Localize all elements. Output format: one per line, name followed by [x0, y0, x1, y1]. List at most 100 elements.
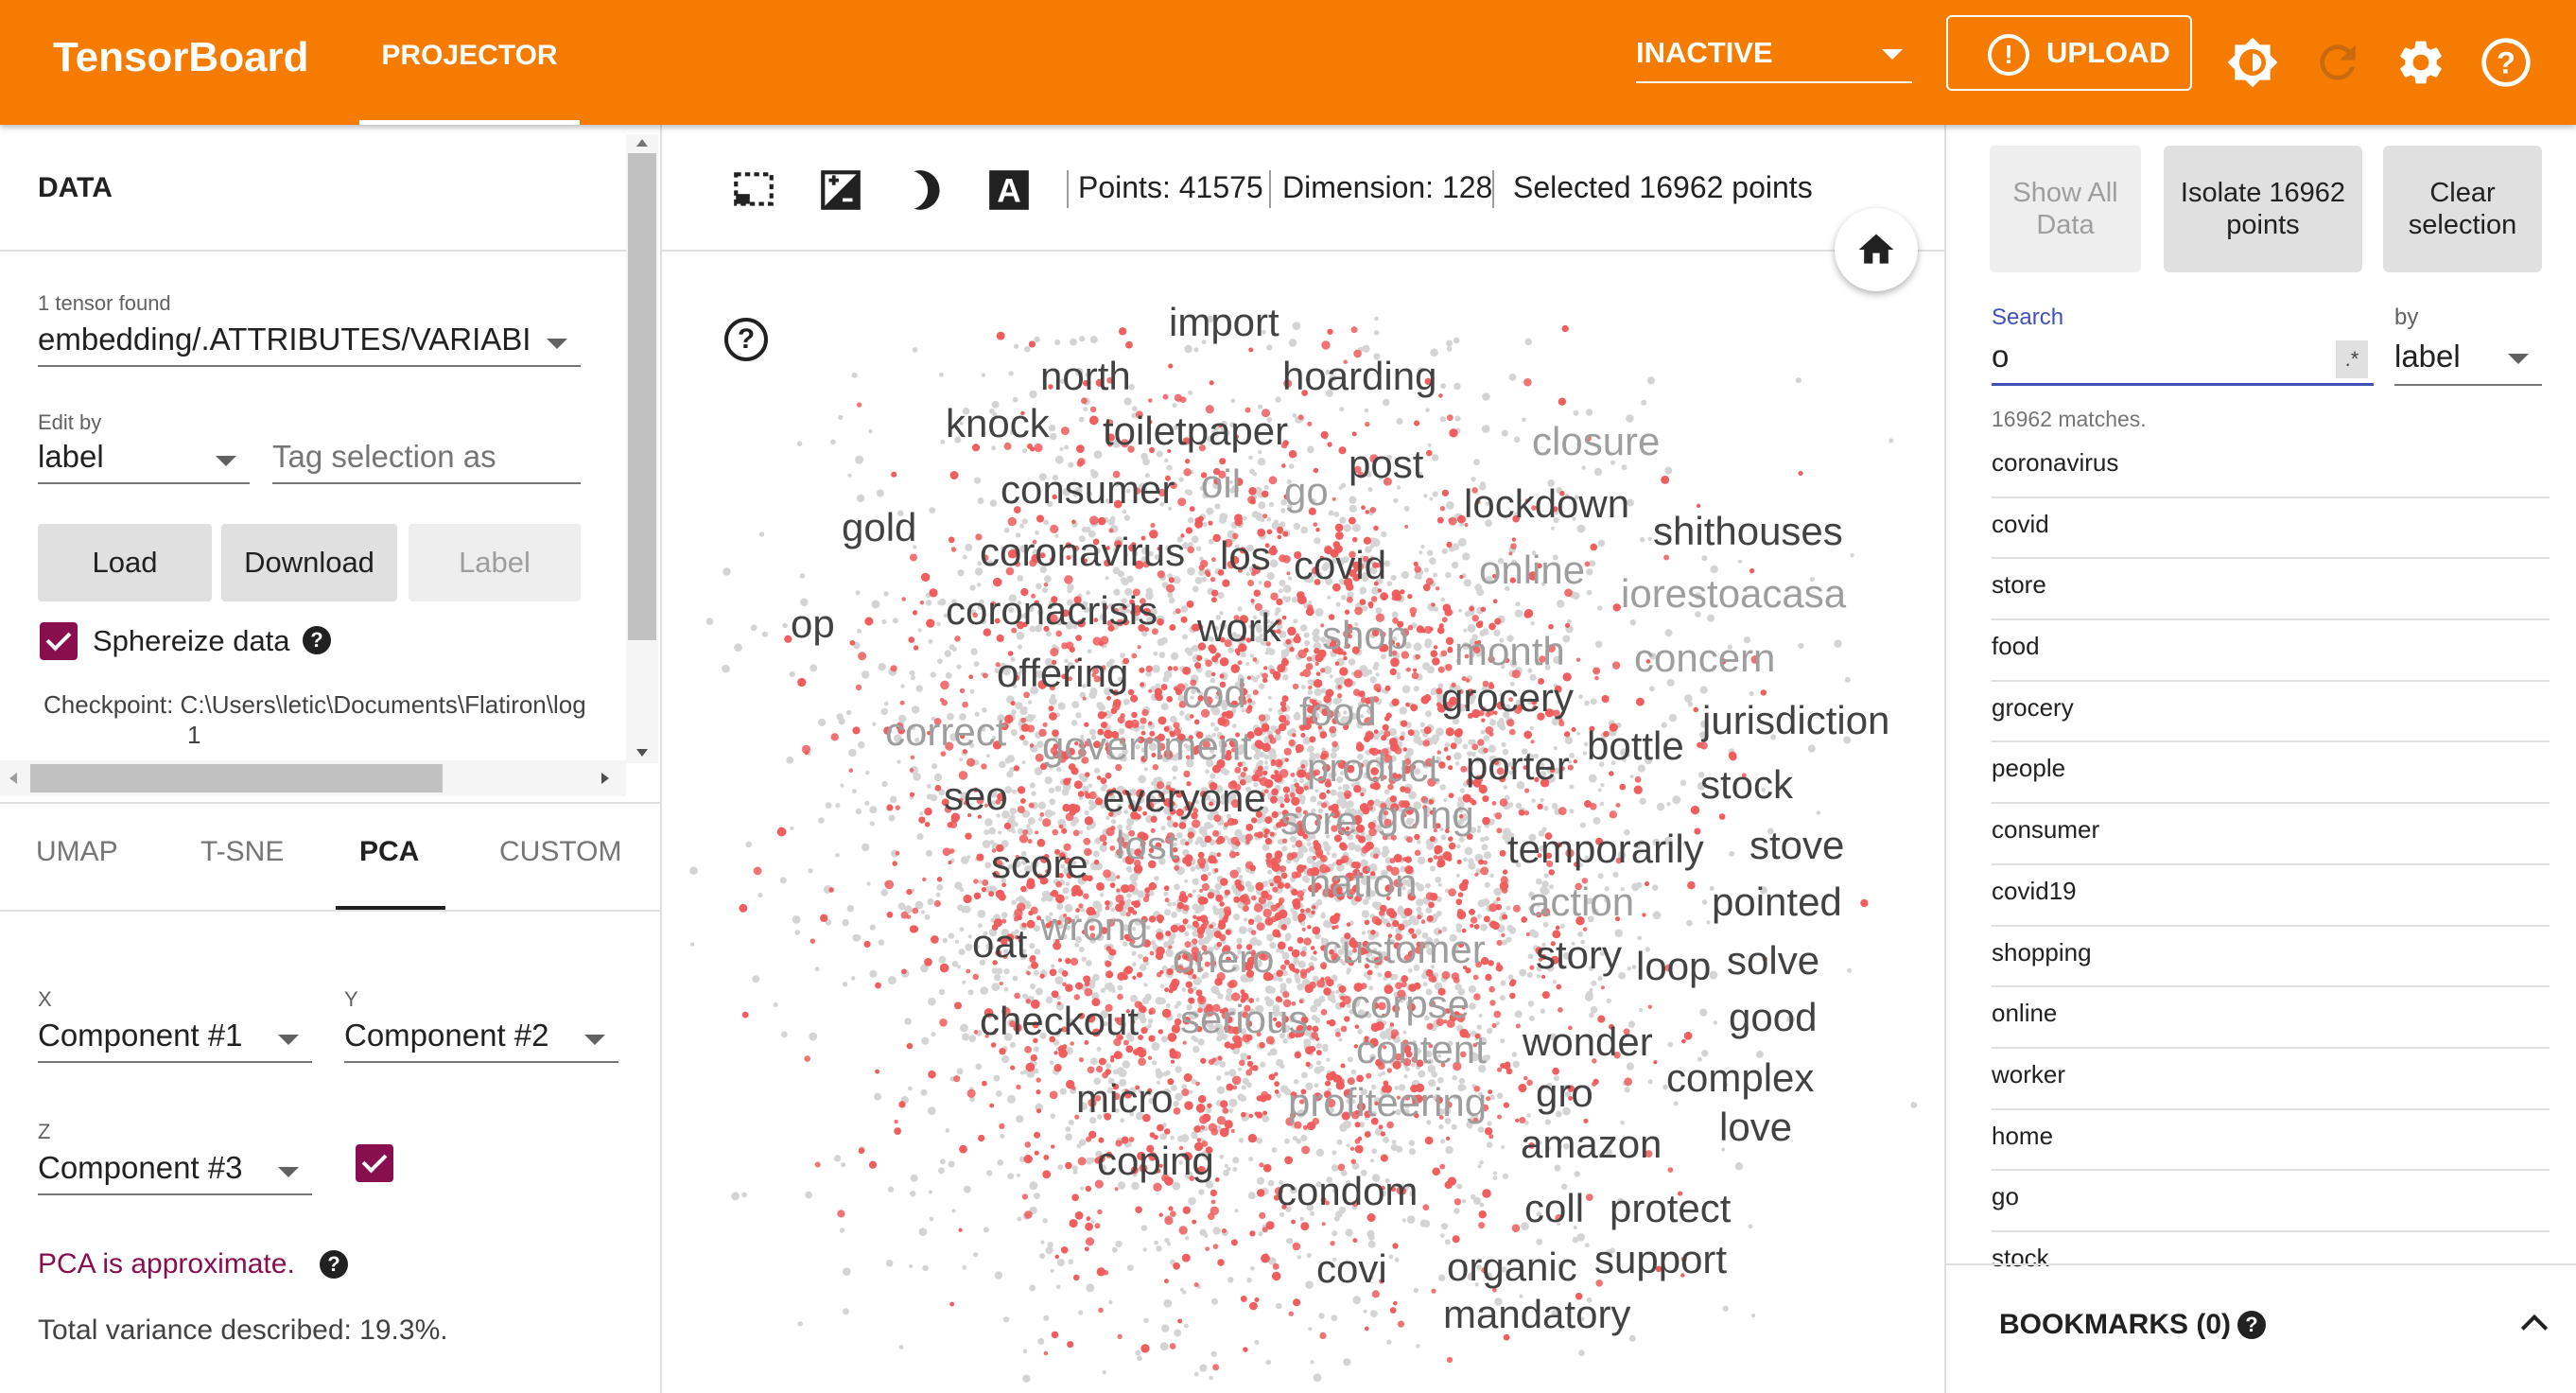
embedding-point[interactable] — [1040, 1240, 1045, 1245]
embedding-point[interactable] — [1012, 975, 1018, 982]
embedding-point[interactable] — [1018, 644, 1023, 650]
embedding-point[interactable] — [1569, 784, 1575, 790]
embedding-point[interactable] — [1172, 901, 1176, 907]
embedding-point[interactable] — [838, 414, 844, 420]
embedding-point[interactable] — [864, 770, 870, 775]
embedding-point[interactable] — [869, 924, 876, 931]
embedding-point[interactable] — [989, 499, 998, 507]
embedding-point[interactable] — [1349, 496, 1357, 504]
embedding-point[interactable] — [1048, 424, 1056, 432]
embedding-point[interactable] — [933, 773, 943, 782]
embedding-point[interactable] — [1333, 1215, 1340, 1222]
embedding-point[interactable] — [1339, 516, 1347, 524]
embedding-point[interactable] — [880, 889, 888, 897]
embedding-point[interactable] — [1381, 531, 1387, 537]
embedding-point[interactable] — [745, 841, 752, 848]
embedding-point[interactable] — [1139, 964, 1147, 971]
embedding-point[interactable] — [928, 1190, 933, 1194]
selected-point[interactable] — [1496, 827, 1503, 834]
embedding-point[interactable] — [1054, 976, 1064, 984]
embedding-point[interactable] — [1527, 1001, 1535, 1007]
embedding-point[interactable] — [1017, 1216, 1022, 1222]
embedding-point[interactable] — [1008, 371, 1014, 376]
embedding-point[interactable] — [1224, 1163, 1228, 1168]
selected-point[interactable] — [941, 699, 948, 706]
embedding-point[interactable] — [1446, 340, 1453, 347]
embedding-point[interactable] — [1417, 883, 1425, 892]
embedding-point[interactable] — [886, 1260, 894, 1267]
selected-point[interactable] — [1036, 1077, 1041, 1083]
embedding-point[interactable] — [957, 569, 965, 577]
embedding-point[interactable] — [1206, 1107, 1212, 1114]
embedding-point[interactable] — [1223, 1169, 1229, 1176]
embedding-point[interactable] — [965, 544, 973, 551]
embedding-point[interactable] — [1160, 1036, 1168, 1043]
embedding-point[interactable] — [1024, 346, 1031, 353]
embedding-point[interactable] — [1413, 642, 1422, 652]
embedding-point[interactable] — [1092, 850, 1100, 858]
embedding-point[interactable] — [1593, 467, 1603, 477]
embedding-point[interactable] — [1273, 523, 1278, 528]
embedding-point[interactable] — [1007, 1173, 1015, 1180]
embedding-point[interactable] — [1888, 438, 1894, 444]
tab-projector[interactable]: PROJECTOR — [359, 0, 580, 125]
embedding-point[interactable] — [1142, 458, 1150, 466]
embedding-point[interactable] — [1401, 685, 1411, 694]
embedding-point[interactable] — [1068, 1259, 1074, 1265]
upload-button[interactable]: ! UPLOAD — [1946, 15, 2192, 91]
embedding-point[interactable] — [1181, 1084, 1187, 1089]
tab-pca[interactable]: PCA — [359, 836, 419, 868]
embedding-point[interactable] — [1254, 914, 1262, 923]
embedding-point[interactable] — [722, 567, 731, 576]
embedding-point[interactable] — [1246, 1277, 1252, 1283]
selected-point[interactable] — [1411, 671, 1419, 680]
embedding-point[interactable] — [1487, 1121, 1492, 1126]
embedding-point[interactable] — [1322, 1043, 1329, 1051]
embedding-point[interactable] — [1311, 1015, 1318, 1021]
embedding-point[interactable] — [1238, 875, 1244, 879]
embedding-point[interactable] — [1154, 876, 1159, 881]
embedding-point[interactable] — [1453, 382, 1461, 391]
moon-icon[interactable] — [902, 166, 949, 214]
selected-point[interactable] — [1366, 1072, 1372, 1079]
embedding-point[interactable] — [919, 811, 924, 816]
embedding-point[interactable] — [1589, 1012, 1594, 1019]
embedding-point[interactable] — [1531, 798, 1536, 803]
embedding-point[interactable] — [1253, 753, 1261, 760]
embedding-point[interactable] — [1361, 669, 1370, 677]
embedding-point[interactable] — [1232, 888, 1239, 895]
embedding-point[interactable] — [959, 757, 964, 762]
embedding-point[interactable] — [1048, 787, 1055, 793]
embedding-point[interactable] — [1245, 1082, 1252, 1088]
embedding-point[interactable] — [1364, 408, 1369, 413]
embedding-point[interactable] — [1015, 702, 1023, 710]
embedding-point[interactable] — [1273, 519, 1279, 525]
embedding-point[interactable] — [1600, 783, 1605, 788]
embedding-point[interactable] — [1204, 1233, 1209, 1238]
embedding-point[interactable] — [1397, 671, 1401, 676]
embedding-point[interactable] — [977, 879, 983, 884]
selected-point[interactable] — [1585, 1193, 1593, 1201]
embedding-point[interactable] — [1228, 1108, 1233, 1113]
selected-point[interactable] — [1268, 476, 1278, 485]
embedding-point[interactable] — [1307, 445, 1314, 454]
embedding-point[interactable] — [1003, 986, 1009, 992]
selected-point[interactable] — [1078, 1057, 1084, 1063]
embedding-point[interactable] — [1089, 1057, 1098, 1066]
embedding-point[interactable] — [1057, 702, 1066, 710]
embedding-point[interactable] — [809, 1032, 818, 1041]
embedding-point[interactable] — [1167, 901, 1173, 907]
z-component-select[interactable]: Component #3 — [38, 1146, 312, 1195]
embedding-point[interactable] — [1188, 390, 1193, 395]
embedding-point[interactable] — [977, 497, 984, 504]
embedding-point[interactable] — [898, 1345, 904, 1349]
embedding-point[interactable] — [954, 939, 960, 944]
embedding-point[interactable] — [1080, 1186, 1085, 1191]
embedding-point[interactable] — [1064, 444, 1070, 450]
embedding-point[interactable] — [1591, 980, 1597, 986]
embedding-point[interactable] — [1297, 983, 1304, 991]
embedding-point[interactable] — [1847, 967, 1853, 973]
embedding-point[interactable] — [1006, 755, 1016, 763]
embedding-point[interactable] — [1170, 652, 1179, 660]
embedding-point[interactable] — [1297, 960, 1306, 968]
